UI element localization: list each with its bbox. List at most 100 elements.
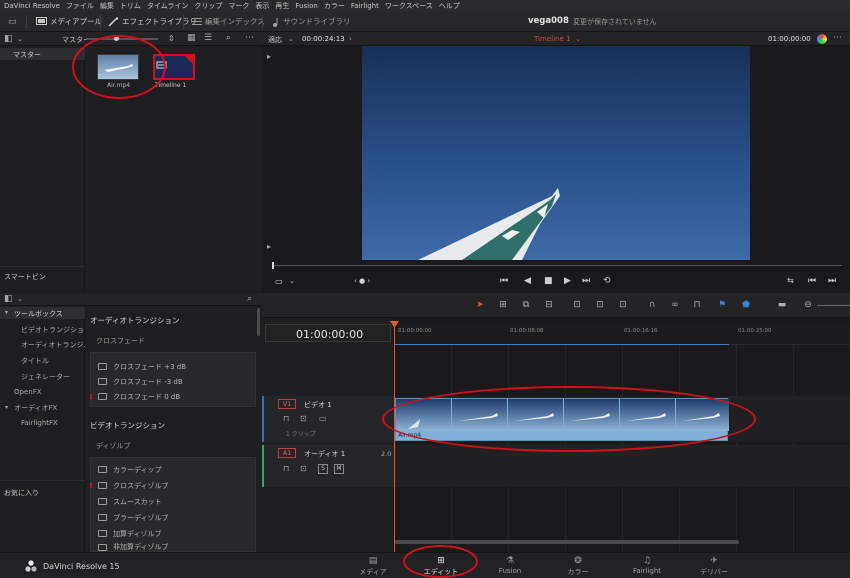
snapping-icon[interactable]: ∩	[646, 300, 658, 310]
zoom-out-icon[interactable]: ⊖	[802, 300, 814, 310]
dynamic-trim-icon[interactable]: ⧉	[520, 300, 532, 310]
color-picker-icon[interactable]	[817, 34, 827, 44]
blade-tool-icon[interactable]: ⊟	[543, 300, 555, 310]
effects-scrollbar[interactable]	[257, 308, 260, 336]
jump-to-start-icon[interactable]: ▸	[267, 52, 271, 62]
lock-icon[interactable]: ⊓	[283, 414, 289, 424]
viewer-size-icon[interactable]: ▭	[275, 277, 283, 286]
effect-additive-dissolve[interactable]: 加算ディゾルブ	[92, 526, 254, 541]
chevron-down-icon[interactable]: ⌄	[289, 277, 295, 285]
sort-icon[interactable]: ⇕	[168, 34, 175, 44]
timeline-scrollbar[interactable]	[394, 540, 739, 544]
effect-blur-dissolve[interactable]: ブラーディゾルブ	[92, 510, 254, 525]
list-view-icon[interactable]: ☰	[204, 33, 212, 43]
loop-icon[interactable]: ⟲	[603, 276, 611, 286]
replace-clip-icon[interactable]: ⊡	[617, 300, 629, 310]
auto-select-icon[interactable]: ⊡	[300, 464, 307, 474]
layout-toggle-icon[interactable]: ▭	[8, 17, 17, 27]
solo-button[interactable]: S	[318, 464, 328, 474]
track-id-v1[interactable]: V1	[278, 399, 296, 409]
skip-forward-icon[interactable]: ⏭	[582, 276, 590, 286]
tree-item-generators[interactable]: ジェネレーター	[21, 372, 70, 382]
page-tab-deliver[interactable]: ✈ デリバー	[686, 555, 742, 577]
jump-to-end-icon[interactable]: ▸	[267, 242, 271, 252]
bin-item-master[interactable]: マスター	[0, 48, 85, 60]
edit-index-button[interactable]: 編集インデックス	[192, 16, 265, 27]
effect-dip-to-color[interactable]: カラーディップ	[92, 462, 254, 477]
menu-item-mark[interactable]: マーク	[228, 1, 249, 11]
next-frame-icon[interactable]: ⏭	[828, 276, 836, 286]
tree-item-fairlight-fx[interactable]: FairlightFX	[21, 419, 58, 427]
lock-icon[interactable]: ⊓	[283, 464, 289, 474]
menu-item-fairlight[interactable]: Fairlight	[351, 2, 379, 10]
tree-item-audio-transitions[interactable]: オーディオトランジ...	[21, 340, 90, 350]
page-tab-fairlight[interactable]: ♫ Fairlight	[619, 555, 675, 575]
scrubber-playhead[interactable]	[272, 262, 274, 269]
zoom-slider[interactable]	[817, 305, 850, 306]
lock-icon[interactable]: ⊓	[691, 300, 703, 310]
grid-view-icon[interactable]: ▦	[187, 33, 196, 43]
search-icon[interactable]: ⌕	[247, 294, 252, 304]
menu-item-timeline[interactable]: タイムライン	[147, 1, 189, 11]
overwrite-clip-icon[interactable]: ⊡	[594, 300, 606, 310]
effect-smooth-cut[interactable]: スムースカット	[92, 494, 254, 509]
menu-item-clip[interactable]: クリップ	[194, 1, 222, 11]
chevron-down-icon[interactable]: ⌄	[288, 34, 294, 44]
prev-frame-icon[interactable]: ⏮	[808, 276, 816, 286]
play-reverse-icon[interactable]: ◀	[524, 276, 531, 286]
more-options-icon[interactable]: ⋯	[245, 33, 254, 43]
skip-back-icon[interactable]: ⏮	[500, 276, 508, 286]
tree-item-video-transitions[interactable]: ビデオトランジション	[21, 325, 91, 335]
sound-library-button[interactable]: サウンドライブラリ	[270, 16, 351, 27]
menu-item-app[interactable]: DaVinci Resolve	[4, 2, 60, 10]
insert-clip-icon[interactable]: ⊡	[571, 300, 583, 310]
page-tab-media[interactable]: ▤ メディア	[345, 555, 401, 577]
scrubber-track[interactable]	[272, 265, 842, 266]
tree-item-titles[interactable]: タイトル	[21, 356, 49, 366]
effect-cross-dissolve[interactable]: クロスディゾルブ	[92, 478, 254, 493]
menu-item-help[interactable]: ヘルプ	[439, 1, 460, 11]
media-pool-button[interactable]: メディアプール	[36, 16, 102, 27]
stop-icon[interactable]: ■	[544, 276, 553, 286]
chevron-down-icon[interactable]: ⌄	[17, 34, 23, 44]
chevron-right-icon[interactable]: ›	[349, 34, 352, 44]
monitor-icon[interactable]: ▭	[319, 414, 327, 424]
menu-item-color[interactable]: カラー	[324, 1, 345, 11]
effect-crossfade-0[interactable]: クロスフェード 0 dB	[92, 389, 254, 404]
tree-item-audio-fx[interactable]: オーディオFX	[14, 403, 57, 413]
effect-non-additive-dissolve[interactable]: 非加算ディゾルブ	[92, 542, 254, 552]
menu-item-edit[interactable]: 編集	[100, 1, 114, 11]
selection-tool-icon[interactable]: ➤	[474, 300, 486, 310]
zoom-select[interactable]: 適応	[268, 35, 282, 45]
page-tab-color[interactable]: ❂ カラー	[550, 555, 606, 577]
play-icon[interactable]: ▶	[564, 276, 571, 286]
timeline-playhead[interactable]	[394, 326, 395, 552]
trim-tool-icon[interactable]: ⊞	[497, 300, 509, 310]
menu-item-view[interactable]: 表示	[255, 1, 269, 11]
effect-crossfade-plus3[interactable]: クロスフェード +3 dB	[92, 359, 254, 374]
auto-select-icon[interactable]: ⊡	[300, 414, 307, 424]
tree-item-openfx[interactable]: OpenFX	[14, 388, 42, 396]
mute-button[interactable]: M	[334, 464, 344, 474]
match-frame-icon[interactable]: ‹ ● ›	[354, 277, 370, 285]
tree-item-toolbox[interactable]: ▾ ツールボックス	[0, 307, 85, 319]
marker-icon[interactable]: ⬟	[740, 300, 752, 310]
menu-item-workspace[interactable]: ワークスペース	[385, 1, 433, 11]
chevron-down-icon[interactable]: ⌄	[17, 294, 23, 304]
link-icon[interactable]: ∞	[669, 300, 681, 310]
menu-item-fusion[interactable]: Fusion	[295, 2, 317, 10]
menu-item-trim[interactable]: トリム	[120, 1, 141, 11]
chevron-down-icon[interactable]: ⌄	[575, 34, 581, 44]
page-tab-fusion[interactable]: ⚗ Fusion	[482, 555, 538, 575]
menu-item-playback[interactable]: 再生	[275, 1, 289, 11]
search-icon[interactable]: ⌕	[226, 33, 231, 43]
menu-item-file[interactable]: ファイル	[66, 1, 94, 11]
overlay-icon[interactable]: ⇆	[787, 276, 794, 285]
track-id-a1[interactable]: A1	[278, 448, 296, 458]
panel-toggle-icon[interactable]: ◧	[4, 294, 13, 304]
more-options-icon[interactable]: ⋯	[833, 33, 842, 43]
timeline-ruler[interactable]	[394, 326, 850, 345]
panel-toggle-icon[interactable]: ◧	[4, 34, 13, 44]
effect-crossfade-minus3[interactable]: クロスフェード -3 dB	[92, 374, 254, 389]
zoom-detail-icon[interactable]: ▬	[776, 300, 788, 310]
